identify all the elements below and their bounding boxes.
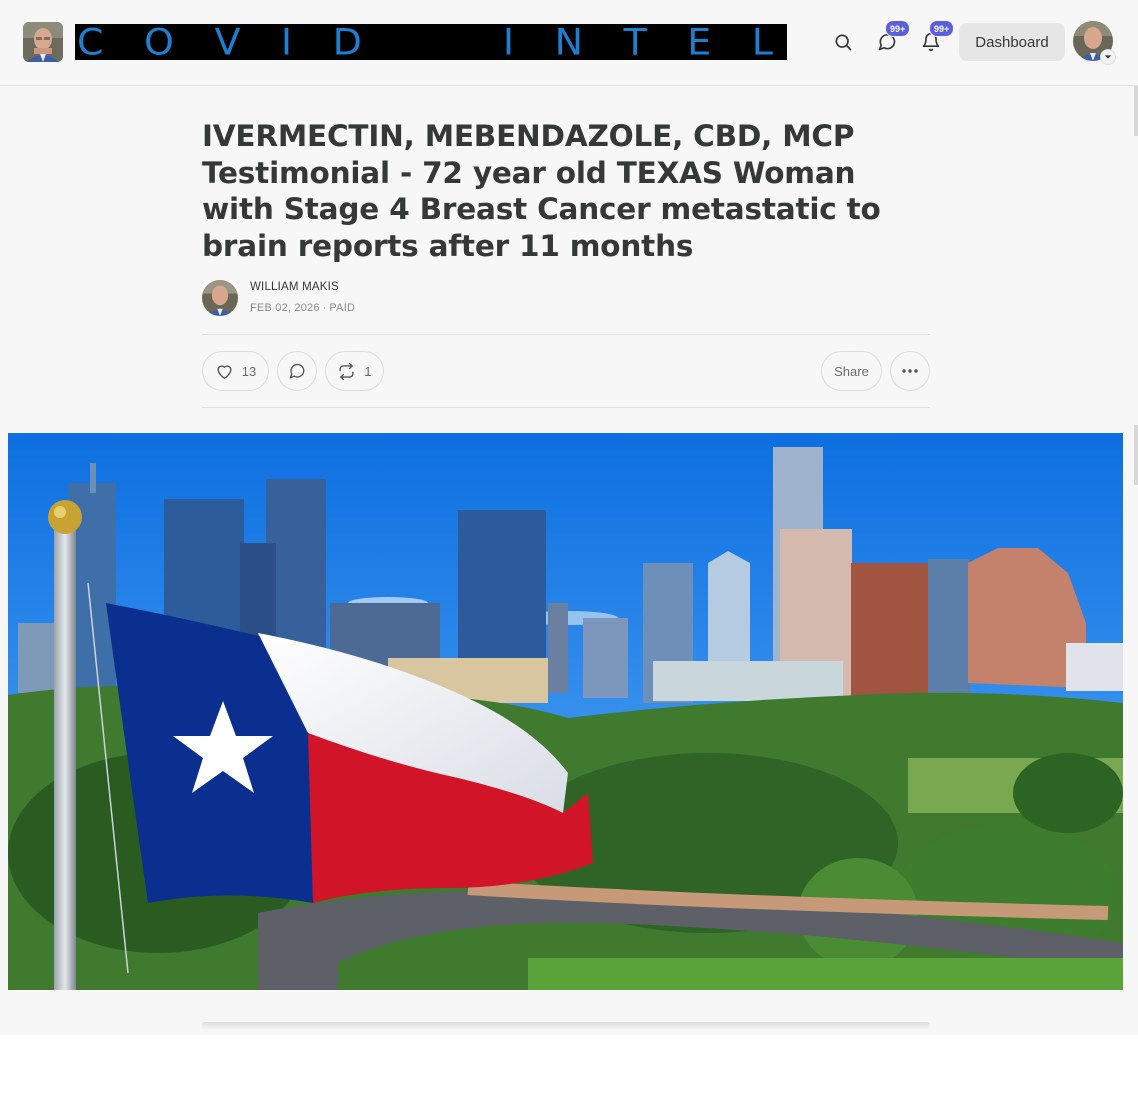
like-button[interactable]: 13 [202,351,269,391]
restack-button[interactable]: 1 [325,351,384,391]
notifications-badge: 99+ [929,20,955,37]
banner-letter: I [502,21,515,63]
banner-letter: D [332,21,362,63]
search-button[interactable] [831,30,855,54]
banner-letter: I [280,21,293,63]
banner-letter: T [623,21,647,63]
restack-icon [339,362,354,380]
divider [202,334,930,335]
banner-letter: V [214,21,241,63]
banner-letter: O [144,21,174,63]
like-count: 13 [241,363,257,379]
top-navigation-bar: C O V I D I N T E L 99+ 99+ Dashboard [0,0,1138,86]
share-button[interactable]: Share [821,351,882,391]
banner-letter: N [554,21,583,63]
restack-count: 1 [364,363,372,379]
post-date-meta: FEB 02, 2026 ∙ PAID [250,302,356,314]
post-hero-image[interactable] [8,433,1123,990]
chevron-down-icon [1104,55,1112,59]
author-name[interactable]: WILLIAM MAKIS [250,281,339,293]
divider [202,407,930,408]
publication-logo[interactable] [23,22,63,62]
publication-banner[interactable]: C O V I D I N T E L [75,24,787,60]
banner-letter: L [751,21,773,63]
search-icon [835,34,852,51]
notifications-button[interactable]: 99+ [919,20,955,54]
share-label: Share [834,363,869,379]
banner-letter: C [77,21,104,63]
author-avatar[interactable] [202,280,238,316]
heart-icon [217,364,232,379]
post-title: IVERMECTIN, MEBENDAZOLE, CBD, MCP Testim… [202,119,881,263]
more-options-button[interactable] [890,351,930,391]
scrollbar-thumb[interactable] [1134,425,1138,485]
comment-button[interactable] [277,351,317,391]
ellipsis-icon [902,369,918,373]
comment-icon [289,363,305,379]
scrollbar-thumb[interactable] [1134,86,1138,136]
account-menu-toggle[interactable] [1100,49,1116,65]
chat-button[interactable]: 99+ [875,20,911,54]
banner-letter: E [687,21,712,63]
page: C O V I D I N T E L 99+ 99+ Dashboard IV… [0,0,1138,1035]
dashboard-button[interactable]: Dashboard [959,23,1065,61]
chat-badge: 99+ [885,20,911,37]
content-divider [202,1022,930,1030]
